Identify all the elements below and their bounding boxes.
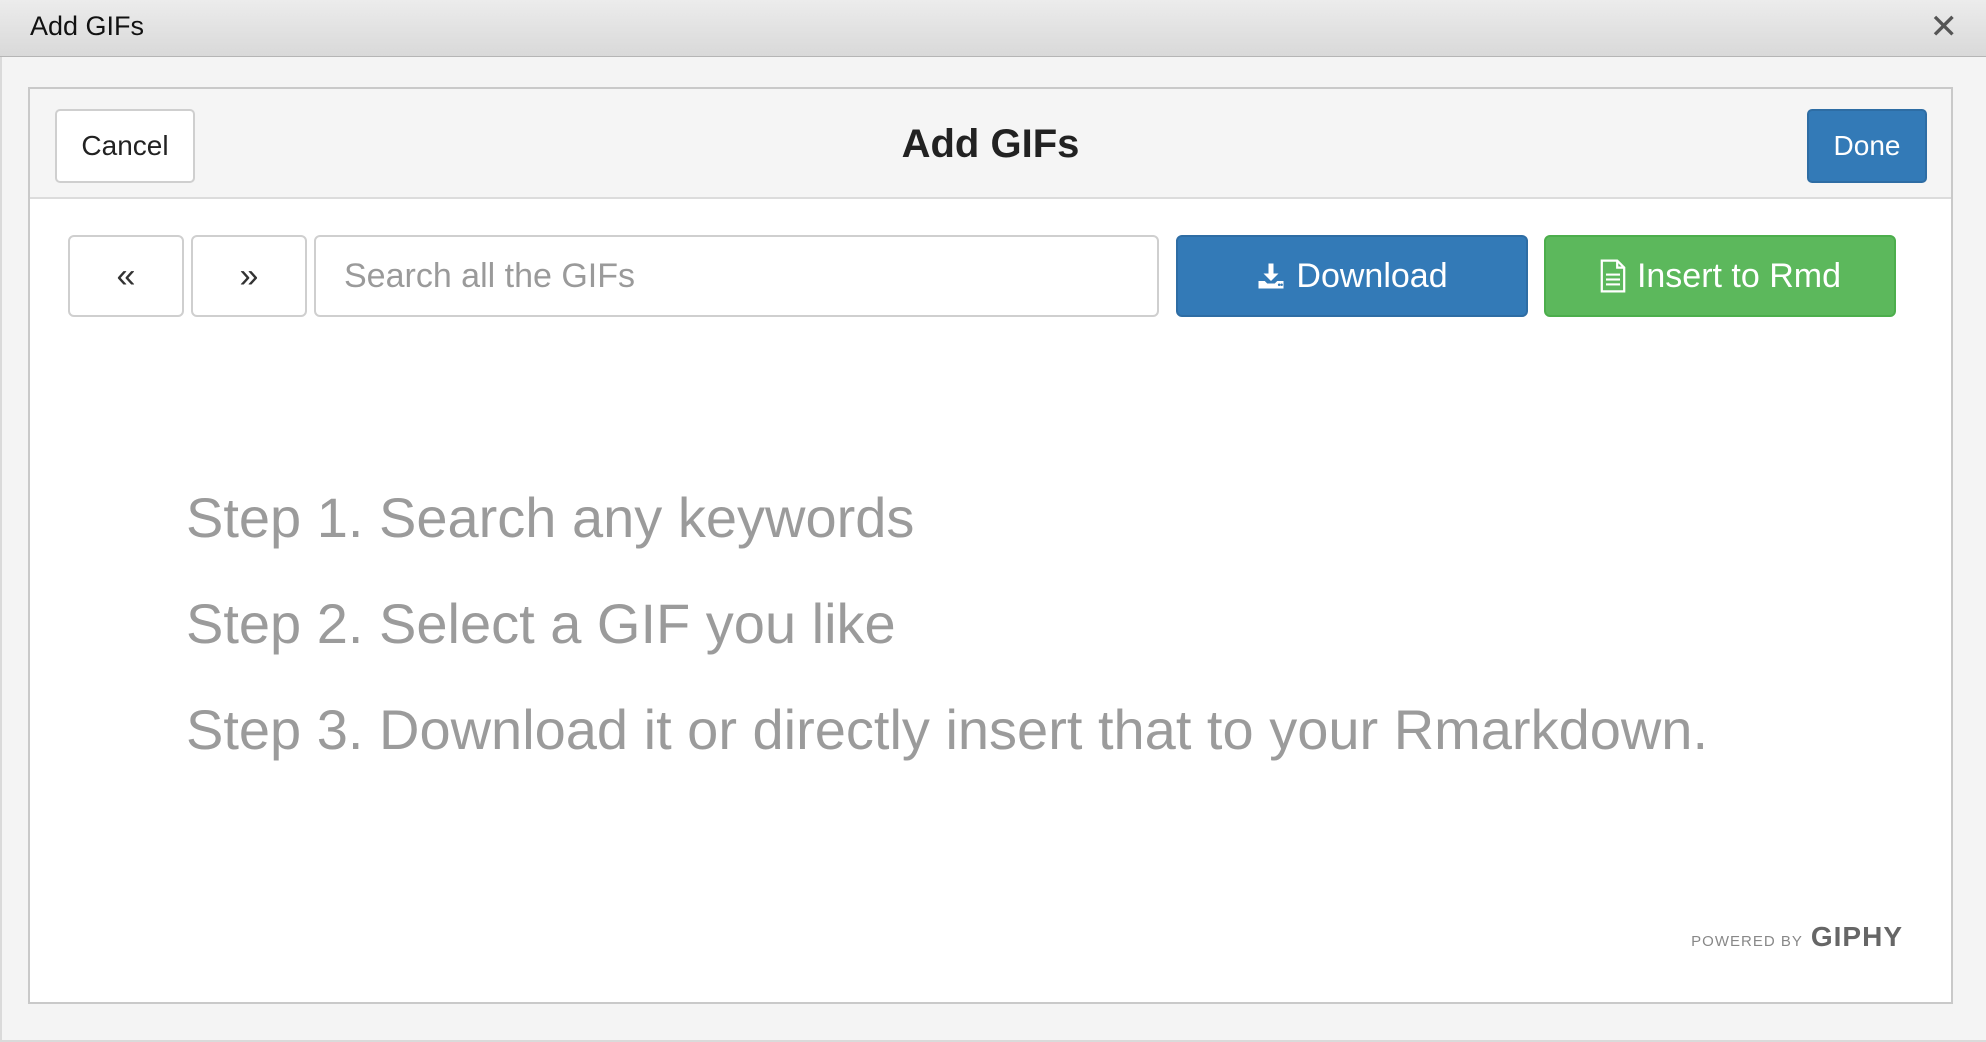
insert-to-rmd-label: Insert to Rmd (1636, 256, 1842, 295)
instructions: Step 1. Search any keywords Step 2. Sele… (186, 465, 1708, 783)
double-chevron-left-icon: « (116, 256, 136, 295)
add-gifs-dialog: Cancel Add GIFs Done « » Download (28, 87, 1953, 1004)
window-titlebar: Add GIFs ✕ (0, 0, 1986, 57)
powered-by-label: POWERED BY (1691, 933, 1803, 950)
giphy-logo: GIPHY (1810, 921, 1903, 952)
next-page-button[interactable]: » (191, 235, 307, 317)
download-button[interactable]: Download (1176, 235, 1528, 317)
dialog-header: Cancel Add GIFs Done (30, 89, 1951, 199)
close-icon[interactable]: ✕ (1930, 8, 1959, 46)
dialog-title: Add GIFs (901, 122, 1080, 166)
instruction-step: Step 1. Search any keywords (186, 486, 915, 549)
window-title: Add GIFs (30, 11, 145, 41)
cancel-button[interactable]: Cancel (55, 109, 195, 183)
window-left-edge (0, 57, 2, 1042)
file-text-icon (1599, 259, 1627, 293)
gif-search-input[interactable] (314, 235, 1159, 317)
giphy-attribution: POWERED BY GIPHY (1691, 921, 1903, 953)
instruction-step: Step 3. Download it or directly insert t… (186, 698, 1709, 761)
double-chevron-right-icon: » (239, 256, 259, 295)
insert-to-rmd-button[interactable]: Insert to Rmd (1544, 235, 1896, 317)
previous-page-button[interactable]: « (68, 235, 184, 317)
gif-toolbar: « » Download (30, 235, 1951, 317)
done-button[interactable]: Done (1807, 109, 1927, 183)
instruction-step: Step 2. Select a GIF you like (186, 592, 896, 655)
download-icon (1256, 261, 1286, 291)
download-label: Download (1296, 256, 1448, 295)
